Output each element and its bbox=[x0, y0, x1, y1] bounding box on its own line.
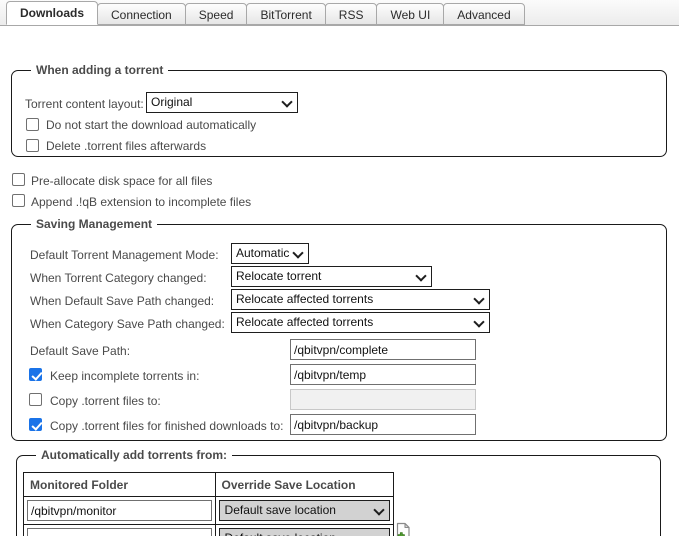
tab-downloads[interactable]: Downloads bbox=[6, 1, 98, 25]
cell-monitored-folder bbox=[24, 525, 216, 536]
default-tmm-select[interactable]: Automatic bbox=[231, 243, 309, 264]
delete-torrent-files-label[interactable]: Delete .torrent files afterwards bbox=[46, 138, 206, 154]
monitored-folder-input-0[interactable] bbox=[27, 500, 212, 521]
category-save-path-changed-select[interactable]: Relocate affected torrents bbox=[231, 312, 490, 333]
category-changed-label: When Torrent Category changed: bbox=[30, 270, 207, 286]
copy-finished-label[interactable]: Copy .torrent files for finished downloa… bbox=[50, 418, 283, 434]
default-tmm-label: Default Torrent Management Mode: bbox=[30, 247, 219, 263]
chevron-down-icon bbox=[475, 295, 483, 303]
add-document-icon[interactable] bbox=[394, 522, 412, 536]
override-save-location-select-0[interactable]: Default save location bbox=[219, 500, 390, 521]
chevron-down-icon bbox=[475, 318, 483, 326]
settings-tab-bar: Downloads Connection Speed BitTorrent RS… bbox=[0, 0, 679, 26]
group-saving-management: Saving Management Default Torrent Manage… bbox=[11, 224, 667, 441]
torrent-content-layout-label: Torrent content layout: bbox=[25, 96, 144, 112]
do-not-start-label[interactable]: Do not start the download automatically bbox=[46, 117, 256, 133]
default-save-path-input[interactable] bbox=[290, 339, 476, 360]
monitored-folder-input-1[interactable] bbox=[27, 528, 212, 536]
delete-torrent-files-checkbox[interactable] bbox=[26, 139, 39, 152]
torrent-content-layout-value: Original bbox=[151, 95, 192, 109]
monitored-folders-table: Monitored Folder Override Save Location … bbox=[23, 472, 394, 536]
table-header-row: Monitored Folder Override Save Location bbox=[24, 473, 394, 497]
append-qb-extension-label[interactable]: Append .!qB extension to incomplete file… bbox=[31, 194, 251, 210]
chevron-down-icon bbox=[283, 98, 291, 106]
group-legend-saving-management: Saving Management bbox=[31, 217, 157, 231]
keep-incomplete-checkbox[interactable] bbox=[29, 368, 42, 381]
do-not-start-checkbox[interactable] bbox=[26, 118, 39, 131]
category-save-path-changed-value: Relocate affected torrents bbox=[236, 315, 373, 329]
chevron-down-icon bbox=[294, 249, 302, 257]
tab-advanced[interactable]: Advanced bbox=[443, 3, 524, 25]
group-auto-add-torrents: Automatically add torrents from: Monitor… bbox=[16, 455, 661, 536]
copy-torrent-files-path-input[interactable] bbox=[290, 389, 476, 410]
group-legend-auto-add: Automatically add torrents from: bbox=[36, 448, 232, 462]
preallocate-disk-space-checkbox[interactable] bbox=[12, 173, 25, 186]
column-header-override-save-location: Override Save Location bbox=[215, 473, 393, 497]
category-save-path-changed-label: When Category Save Path changed: bbox=[30, 316, 225, 332]
cell-override-save-location: Default save location bbox=[215, 525, 393, 536]
downloads-settings-page: When adding a torrent Torrent content la… bbox=[0, 26, 679, 536]
torrent-content-layout-select[interactable]: Original bbox=[146, 92, 298, 113]
default-save-path-label: Default Save Path: bbox=[30, 343, 130, 359]
default-save-path-changed-label: When Default Save Path changed: bbox=[30, 293, 214, 309]
override-save-location-value-1: Default save location bbox=[225, 531, 336, 536]
table-row: Default save location bbox=[24, 525, 394, 536]
copy-torrent-files-checkbox[interactable] bbox=[29, 393, 42, 406]
default-save-path-changed-value: Relocate affected torrents bbox=[236, 292, 373, 306]
chevron-down-icon bbox=[417, 272, 425, 280]
default-tmm-value: Automatic bbox=[236, 246, 289, 260]
override-save-location-select-1[interactable]: Default save location bbox=[219, 528, 390, 536]
tab-speed[interactable]: Speed bbox=[185, 3, 248, 25]
chevron-down-icon bbox=[375, 506, 383, 514]
keep-incomplete-path-input[interactable] bbox=[290, 364, 476, 385]
copy-torrent-files-label[interactable]: Copy .torrent files to: bbox=[50, 393, 161, 409]
category-changed-select[interactable]: Relocate torrent bbox=[231, 266, 432, 287]
copy-finished-checkbox[interactable] bbox=[29, 418, 42, 431]
group-legend-when-adding: When adding a torrent bbox=[31, 63, 168, 77]
category-changed-value: Relocate torrent bbox=[236, 269, 321, 283]
copy-finished-path-input[interactable] bbox=[290, 414, 476, 435]
override-save-location-value-0: Default save location bbox=[225, 503, 336, 517]
default-save-path-changed-select[interactable]: Relocate affected torrents bbox=[231, 289, 490, 310]
tab-connection[interactable]: Connection bbox=[97, 3, 186, 25]
append-qb-extension-checkbox[interactable] bbox=[12, 194, 25, 207]
group-when-adding-a-torrent: When adding a torrent Torrent content la… bbox=[11, 70, 667, 157]
table-row: Default save location bbox=[24, 497, 394, 525]
cell-override-save-location: Default save location bbox=[215, 497, 393, 525]
tab-webui[interactable]: Web UI bbox=[376, 3, 444, 25]
tab-bittorrent[interactable]: BitTorrent bbox=[246, 3, 325, 25]
tab-rss[interactable]: RSS bbox=[325, 3, 378, 25]
keep-incomplete-label[interactable]: Keep incomplete torrents in: bbox=[50, 368, 199, 384]
column-header-monitored-folder: Monitored Folder bbox=[24, 473, 216, 497]
preallocate-disk-space-label[interactable]: Pre-allocate disk space for all files bbox=[31, 173, 212, 189]
cell-monitored-folder bbox=[24, 497, 216, 525]
